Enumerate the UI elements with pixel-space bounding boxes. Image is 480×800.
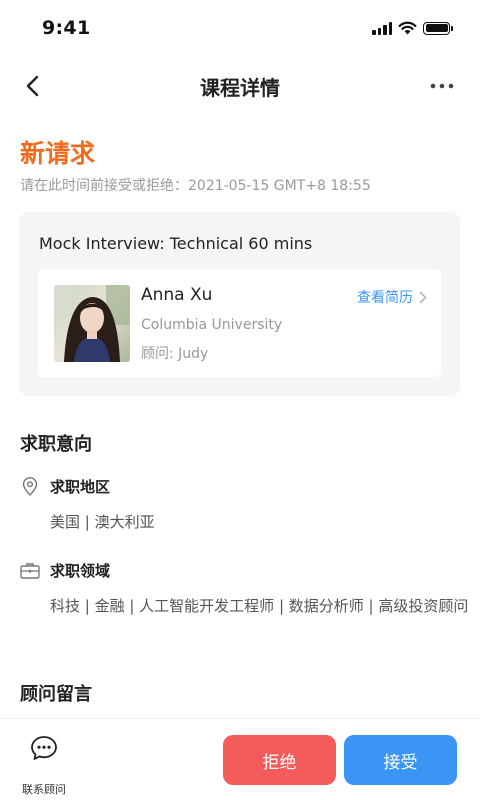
chevron-right-icon (419, 291, 427, 303)
reject-button[interactable]: 拒绝 (223, 735, 336, 785)
course-detail-screen: 9:41 课程详情 新请求 请在此时间前接受或拒绝：2021-05-15 GMT… (0, 0, 480, 800)
domain-label: 求职领域 (50, 562, 111, 580)
student-card[interactable]: Anna Xu Columbia University 顾问: Judy 查看简… (38, 269, 441, 377)
view-resume-label: 查看简历 (357, 290, 413, 306)
region-value: 美国 | 澳大利亚 (50, 513, 155, 531)
nav-bar: 课程详情 (0, 56, 480, 116)
bottom-action-bar: 联系顾问 拒绝 接受 (0, 718, 480, 800)
cellular-signal-icon (372, 21, 392, 35)
location-pin-icon (20, 476, 40, 496)
status-icons (372, 21, 453, 35)
wifi-icon (398, 21, 417, 35)
status-bar: 9:41 (0, 0, 480, 56)
student-avatar (54, 285, 130, 362)
contact-advisor-button[interactable]: 联系顾问 (14, 731, 74, 796)
student-school: Columbia University (141, 317, 283, 333)
course-title: Mock Interview: Technical 60 mins (39, 234, 313, 253)
region-label: 求职地区 (50, 478, 111, 496)
status-time: 9:41 (42, 17, 91, 39)
accept-button[interactable]: 接受 (344, 735, 457, 785)
view-resume-link[interactable]: 查看简历 (357, 287, 427, 307)
more-button[interactable] (424, 68, 460, 104)
page-title: 课程详情 (200, 76, 280, 100)
course-card: Mock Interview: Technical 60 mins Anna X… (19, 212, 460, 396)
request-deadline: 请在此时间前接受或拒绝：2021-05-15 GMT+8 18:55 (20, 178, 371, 194)
domain-value: 科技 | 金融 | 人工智能开发工程师 | 数据分析师 | 高级投资顾问 (50, 597, 469, 615)
student-name: Anna Xu (141, 285, 213, 305)
advisor-message-heading: 顾问留言 (20, 684, 92, 705)
contact-advisor-label: 联系顾问 (22, 783, 66, 796)
chat-bubble-icon (31, 736, 57, 760)
student-advisor: 顾问: Judy (141, 346, 209, 362)
more-dots-icon (430, 83, 454, 89)
job-intent-heading: 求职意向 (20, 434, 92, 455)
briefcase-icon (20, 560, 40, 580)
battery-icon (423, 21, 453, 35)
request-status-title: 新请求 (20, 139, 96, 168)
